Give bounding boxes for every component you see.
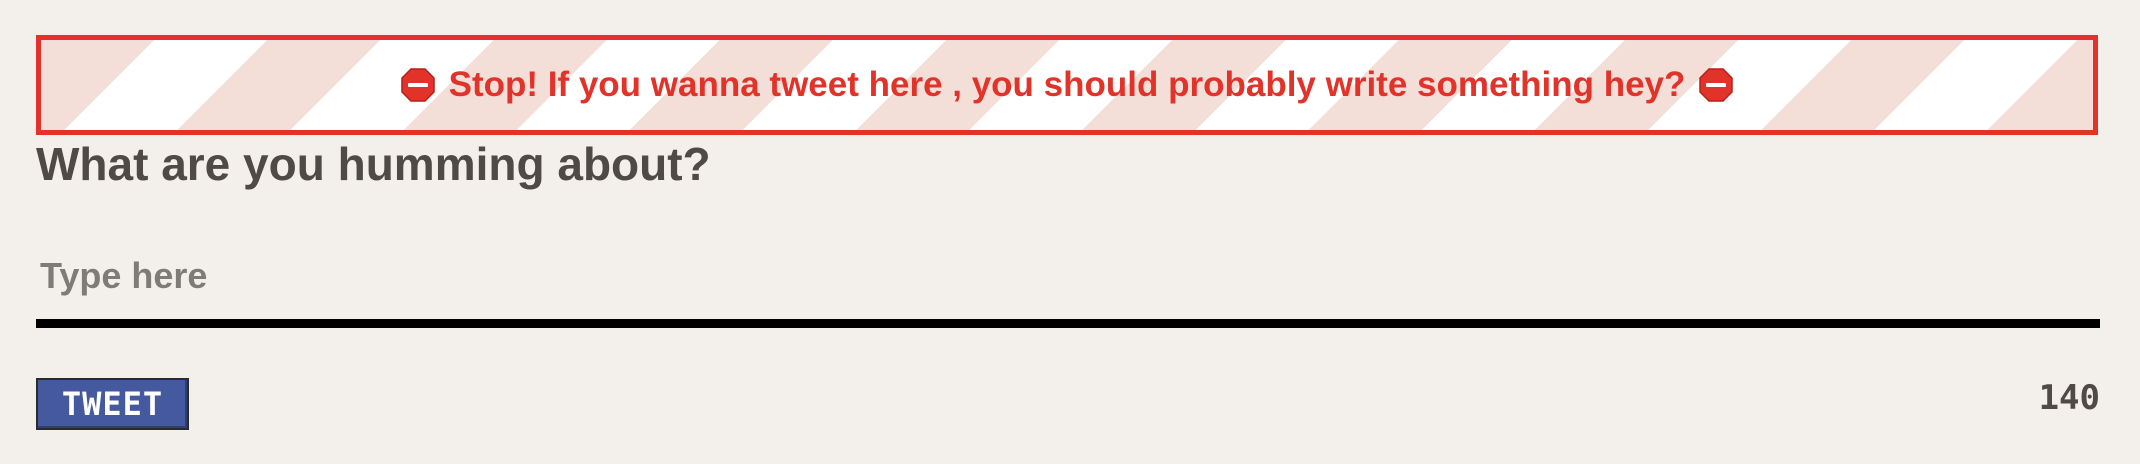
alert-content: Stop! If you wanna tweet here , you shou… — [400, 65, 1734, 105]
alert-message: Stop! If you wanna tweet here , you shou… — [448, 65, 1686, 104]
tweet-button[interactable]: TWEET — [36, 378, 189, 430]
stop-sign-icon — [400, 68, 435, 102]
stop-sign-icon — [1699, 68, 1734, 102]
tweet-text-input[interactable] — [36, 232, 2100, 328]
validation-alert-banner: Stop! If you wanna tweet here , you shou… — [36, 35, 2098, 135]
composer-heading: What are you humming about? — [36, 138, 711, 190]
character-counter: 140 — [2038, 378, 2100, 418]
